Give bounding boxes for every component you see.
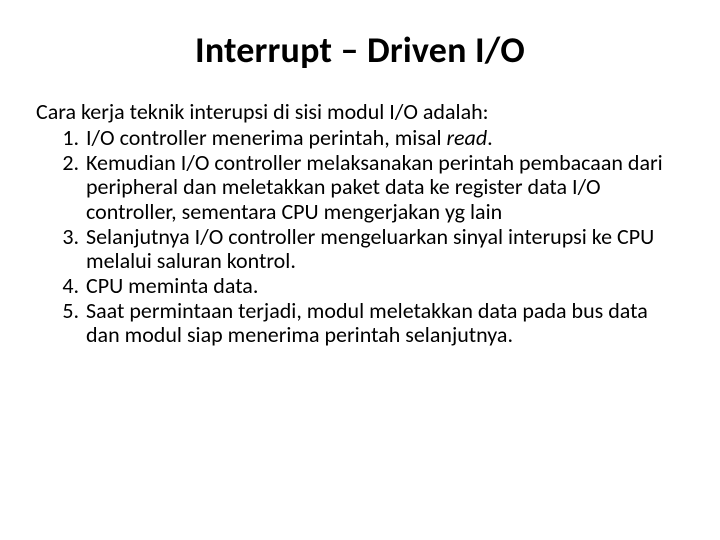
list-item: Saat permintaan terjadi, modul meletakka… <box>84 299 684 348</box>
slide: Interrupt – Driven I/O Cara kerja teknik… <box>0 0 720 348</box>
slide-title: Interrupt – Driven I/O <box>36 28 684 72</box>
list-item-text: Saat permintaan terjadi, modul meletakka… <box>86 297 648 349</box>
intro-text: Cara kerja teknik interupsi di sisi modu… <box>36 100 684 124</box>
list-item-text: Kemudian I/O controller melaksanakan per… <box>86 149 663 225</box>
list-item-text: CPU meminta data. <box>86 272 258 299</box>
list-item: Kemudian I/O controller melaksanakan per… <box>84 151 684 225</box>
list-item-italic: read <box>447 124 488 151</box>
list-item-text: Selanjutnya I/O controller mengeluarkan … <box>86 223 654 275</box>
list-item: I/O controller menerima perintah, misal … <box>84 126 684 151</box>
numbered-list: I/O controller menerima perintah, misal … <box>36 126 684 348</box>
list-item: CPU meminta data. <box>84 274 684 299</box>
list-item-text: I/O controller menerima perintah, misal <box>86 124 447 151</box>
list-item-text: . <box>487 124 493 151</box>
list-item: Selanjutnya I/O controller mengeluarkan … <box>84 225 684 274</box>
